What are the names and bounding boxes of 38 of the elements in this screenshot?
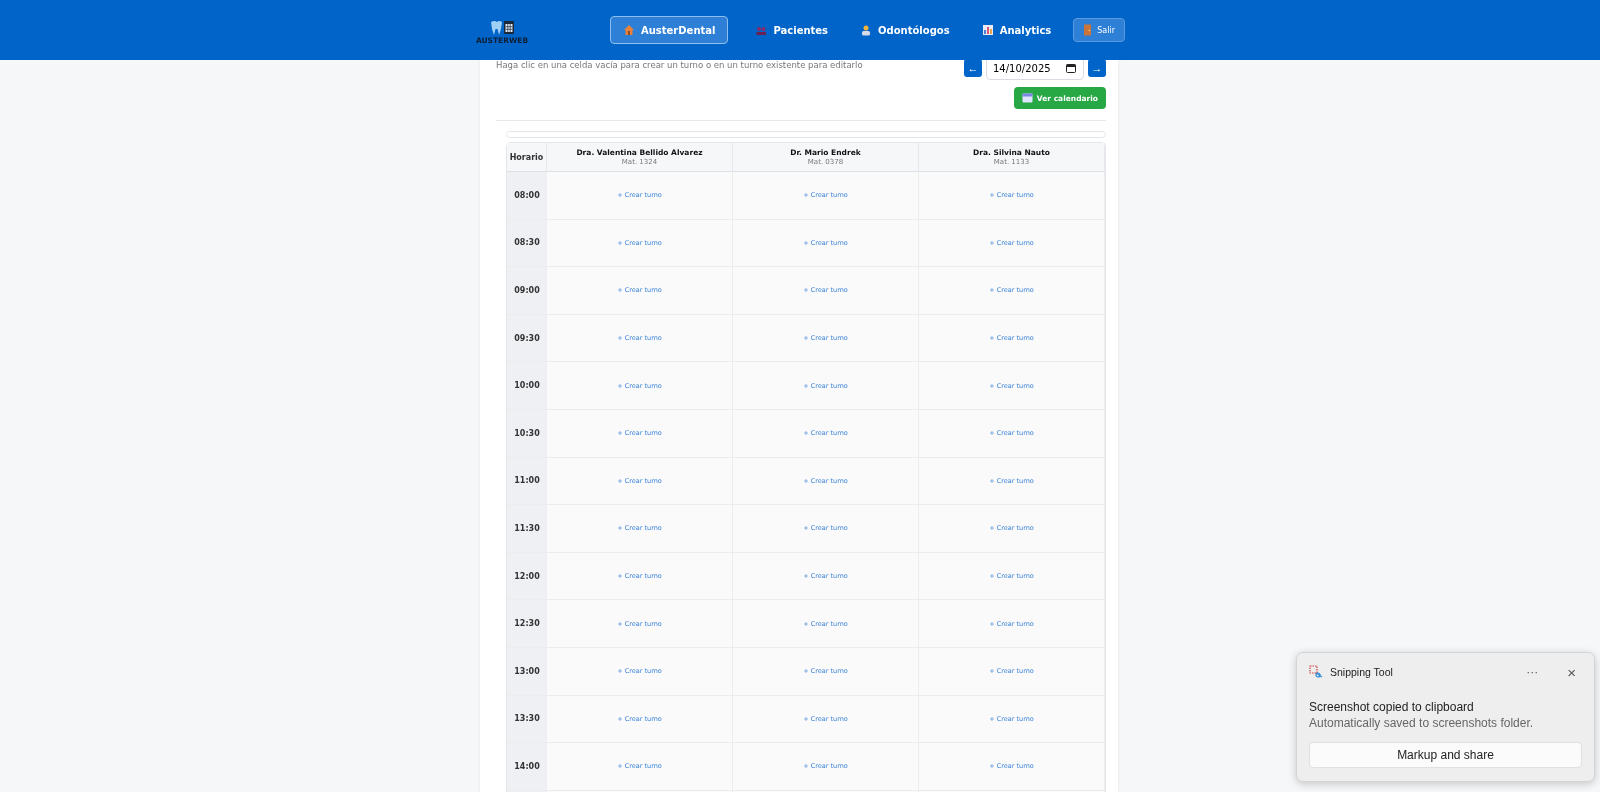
time-cell: 12:30 <box>507 600 547 648</box>
date-field[interactable]: 14/10/2025 <box>986 60 1084 80</box>
more-button[interactable]: ··· <box>1520 665 1545 679</box>
time-cell: 10:00 <box>507 362 547 410</box>
time-cell: 11:00 <box>507 457 547 506</box>
time-cell: 12:00 <box>507 552 547 601</box>
notification-title: Screenshot copied to clipboard <box>1309 700 1475 714</box>
scissors-icon <box>1309 665 1323 679</box>
nav-tab[interactable]: Odontólogos <box>847 16 963 44</box>
time-cell: 11:30 <box>507 505 547 553</box>
previous-day-button[interactable]: ← <box>964 60 982 77</box>
markup-button[interactable]: Markup and share <box>1309 742 1582 768</box>
close-button[interactable]: × <box>1561 663 1582 681</box>
app-name: Snipping Tool <box>1330 666 1394 678</box>
time-cell: 13:30 <box>507 695 547 744</box>
calendar-icon <box>1066 63 1076 73</box>
time-cell: 13:00 <box>507 647 547 696</box>
tooth-calendar-icon <box>489 19 515 36</box>
bar-chart-icon <box>981 24 994 36</box>
calendar-icon <box>1021 93 1033 103</box>
time-cell: 08:30 <box>507 219 547 268</box>
person-icon <box>860 24 873 36</box>
nav-tab[interactable]: AusterDental <box>610 16 729 44</box>
time-cell: 10:30 <box>507 409 547 458</box>
house-icon <box>623 24 635 36</box>
nav-tab[interactable]: Analytics <box>968 16 1065 44</box>
people-icon <box>755 24 768 36</box>
door-icon <box>1083 24 1093 36</box>
time-cell: 14:00 <box>507 743 547 791</box>
logout-button[interactable]: Salir <box>1073 18 1125 42</box>
hint-text: Haga clic en una celda vacía para crear un turno o en un turno existente para editarlo <box>496 60 863 72</box>
notification-message: Automatically saved to screenshots folder. <box>1309 716 1535 730</box>
nav-tab[interactable]: Pacientes <box>742 16 842 44</box>
next-day-button[interactable]: → <box>1088 60 1106 77</box>
time-cell: 09:00 <box>507 267 547 315</box>
column-header: Horario <box>507 143 547 172</box>
time-cell: 08:00 <box>507 172 547 220</box>
time-cell: 09:30 <box>507 314 547 363</box>
